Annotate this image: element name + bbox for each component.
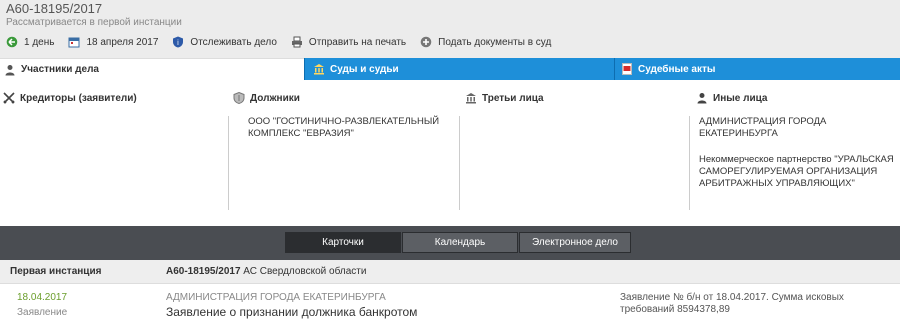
submit-documents-label: Подать документы в суд (438, 36, 552, 48)
track-case-action[interactable]: i Отслеживать дело (172, 36, 277, 48)
debtors-column: Должники ООО "ГОСТИНИЧНО-РАЗВЛЕКАТЕЛЬНЫЙ… (228, 80, 459, 210)
debtors-list: ООО "ГОСТИНИЧНО-РАЗВЛЕКАТЕЛЬНЫЙ КОМПЛЕКС… (248, 116, 448, 154)
tab-participants-label: Участники дела (21, 64, 99, 75)
document-organization: АДМИНИСТРАЦИЯ ГОРОДА ЕКАТЕРИНБУРГА (166, 292, 386, 303)
shield-icon: i (172, 36, 184, 48)
others-list: АДМИНИСТРАЦИЯ ГОРОДА ЕКАТЕРИНБУРГА Неком… (699, 116, 899, 204)
track-case-label: Отслеживать дело (190, 36, 277, 48)
shield-badge-icon (233, 92, 245, 104)
others-column: Иные лица АДМИНИСТРАЦИЯ ГОРОДА ЕКАТЕРИНБ… (689, 80, 900, 210)
instance-case-number: А60-18195/2017 (166, 266, 241, 277)
tab-participants[interactable]: Участники дела (0, 58, 304, 80)
creditors-column: Кредиторы (заявители) (0, 80, 228, 210)
third-parties-title: Третьи лица (482, 92, 544, 104)
date-action[interactable]: 18 апреля 2017 (68, 36, 158, 48)
days-ago-action[interactable]: 1 день (6, 36, 54, 48)
print-label: Отправить на печать (308, 36, 407, 48)
calendar-button[interactable]: Календарь (402, 232, 518, 253)
case-status: Рассматривается в первой инстанции (6, 17, 182, 28)
calendar-icon (68, 36, 80, 48)
crossed-swords-icon (3, 92, 15, 104)
document-title-link[interactable]: Заявление о признании должника банкротом (166, 305, 417, 319)
creditors-title: Кредиторы (заявители) (20, 92, 137, 104)
date-label: 18 апреля 2017 (86, 36, 159, 48)
third-parties-column: Третьи лица (459, 80, 689, 210)
tab-acts[interactable]: Судебные акты (614, 58, 900, 80)
debtor-entity[interactable]: ООО "ГОСТИНИЧНО-РАЗВЛЕКАТЕЛЬНЫЙ КОМПЛЕКС… (248, 116, 448, 140)
tab-courts[interactable]: Суды и судьи (304, 58, 614, 80)
instance-title: Первая инстанция (10, 266, 102, 277)
days-ago-label: 1 день (24, 36, 55, 48)
others-title: Иные лица (713, 92, 768, 104)
other-entity[interactable]: Некоммерческое партнерство "УРАЛЬСКАЯ СА… (699, 154, 899, 190)
instance-header: Первая инстанция А60-18195/2017 АС Сверд… (0, 260, 900, 284)
submit-documents-action[interactable]: Подать документы в суд (420, 36, 551, 48)
document-type: Заявление (17, 307, 68, 318)
plus-icon (420, 36, 432, 48)
creditors-heading: Кредиторы (заявители) (3, 92, 137, 104)
building-icon (465, 92, 477, 104)
back-arrow-icon (6, 36, 18, 48)
participants-panel: Кредиторы (заявители) Должники ООО "ГОСТ… (0, 80, 900, 225)
electronic-case-button[interactable]: Электронное дело (519, 232, 631, 253)
document-date: 18.04.2017 (17, 292, 68, 303)
document-row: 18.04.2017 Заявление АДМИНИСТРАЦИЯ ГОРОД… (0, 285, 900, 322)
debtors-heading: Должники (233, 92, 300, 104)
case-header: А60-18195/2017 Рассматривается в первой … (0, 0, 900, 58)
pdf-document-icon (621, 63, 633, 75)
svg-text:i: i (177, 39, 179, 47)
instance-court: АС Свердловской области (243, 266, 367, 277)
third-parties-heading: Третьи лица (465, 92, 544, 104)
person-icon (4, 64, 16, 76)
tab-acts-label: Судебные акты (638, 63, 716, 75)
view-toolbar: Карточки Календарь Электронное дело (0, 226, 900, 260)
others-heading: Иные лица (696, 92, 767, 104)
debtors-title: Должники (250, 92, 300, 104)
case-actions: 1 день 18 апреля 2017 i Отслеживать дело… (6, 35, 565, 49)
case-tabs: Участники дела Суды и судьи Судебные акт… (0, 58, 900, 80)
person-icon (696, 92, 708, 104)
case-number: А60-18195/2017 (6, 1, 103, 16)
document-note: Заявление № б/н от 18.04.2017. Сумма иск… (620, 292, 844, 315)
printer-icon (291, 36, 303, 48)
print-action[interactable]: Отправить на печать (291, 36, 406, 48)
tab-courts-label: Суды и судьи (330, 63, 399, 75)
other-entity[interactable]: АДМИНИСТРАЦИЯ ГОРОДА ЕКАТЕРИНБУРГА (699, 116, 899, 140)
courthouse-icon (313, 63, 325, 75)
instance-case: А60-18195/2017 АС Свердловской области (166, 266, 366, 277)
cards-button[interactable]: Карточки (285, 232, 401, 253)
